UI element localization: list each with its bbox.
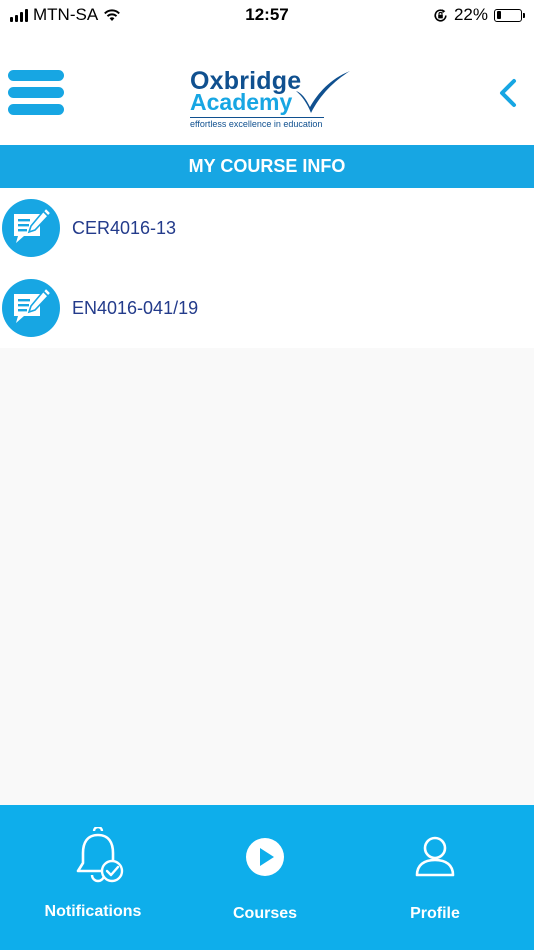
- menu-button[interactable]: [8, 70, 66, 116]
- course-code: CER4016-13: [72, 218, 177, 238]
- course-document-icon: [2, 279, 60, 337]
- app-header: Oxbridge Academy effortless excellence i…: [0, 30, 534, 145]
- orientation-lock-icon: [434, 8, 447, 22]
- course-item[interactable]: CER4016-13: [0, 188, 534, 268]
- course-item[interactable]: EN4016-041/19: [0, 268, 534, 348]
- status-right: 22%: [433, 5, 525, 25]
- battery-percent: 22%: [453, 5, 488, 24]
- logo-line2: Academy: [190, 89, 293, 115]
- tab-courses[interactable]: Courses: [176, 805, 354, 950]
- status-bar: MTN-SA 12:57 22%: [0, 0, 534, 30]
- user-icon: [415, 836, 455, 877]
- battery-icon: [494, 8, 525, 22]
- tab-label-notifications: Notifications: [44, 903, 142, 920]
- back-button[interactable]: [496, 76, 520, 110]
- tab-label-courses: Courses: [232, 905, 298, 922]
- logo-tagline: effortless excellence in education: [190, 119, 323, 129]
- oxbridge-academy-logo: Oxbridge Academy effortless excellence i…: [188, 67, 358, 129]
- course-document-icon: [2, 199, 60, 257]
- course-list: CER4016-13 EN4016-041/19: [0, 188, 534, 348]
- tab-notifications[interactable]: Notifications: [4, 805, 182, 950]
- logo-checkmark-icon: [296, 71, 350, 113]
- page-title: MY COURSE INFO: [0, 145, 534, 188]
- play-circle-icon: [246, 838, 284, 876]
- tab-label-profile: Profile: [410, 905, 460, 922]
- bell-check-icon: [76, 827, 124, 883]
- tab-profile[interactable]: Profile: [346, 805, 524, 950]
- course-info-screen: MTN-SA 12:57 22% Oxbridge Academy effort…: [0, 0, 534, 950]
- logo-rule: [190, 117, 324, 118]
- course-code: EN4016-041/19: [72, 298, 199, 318]
- bottom-tab-bar: Notifications Courses Profile: [0, 805, 534, 950]
- battery-level: [496, 11, 502, 19]
- chevron-left-icon: [500, 79, 516, 107]
